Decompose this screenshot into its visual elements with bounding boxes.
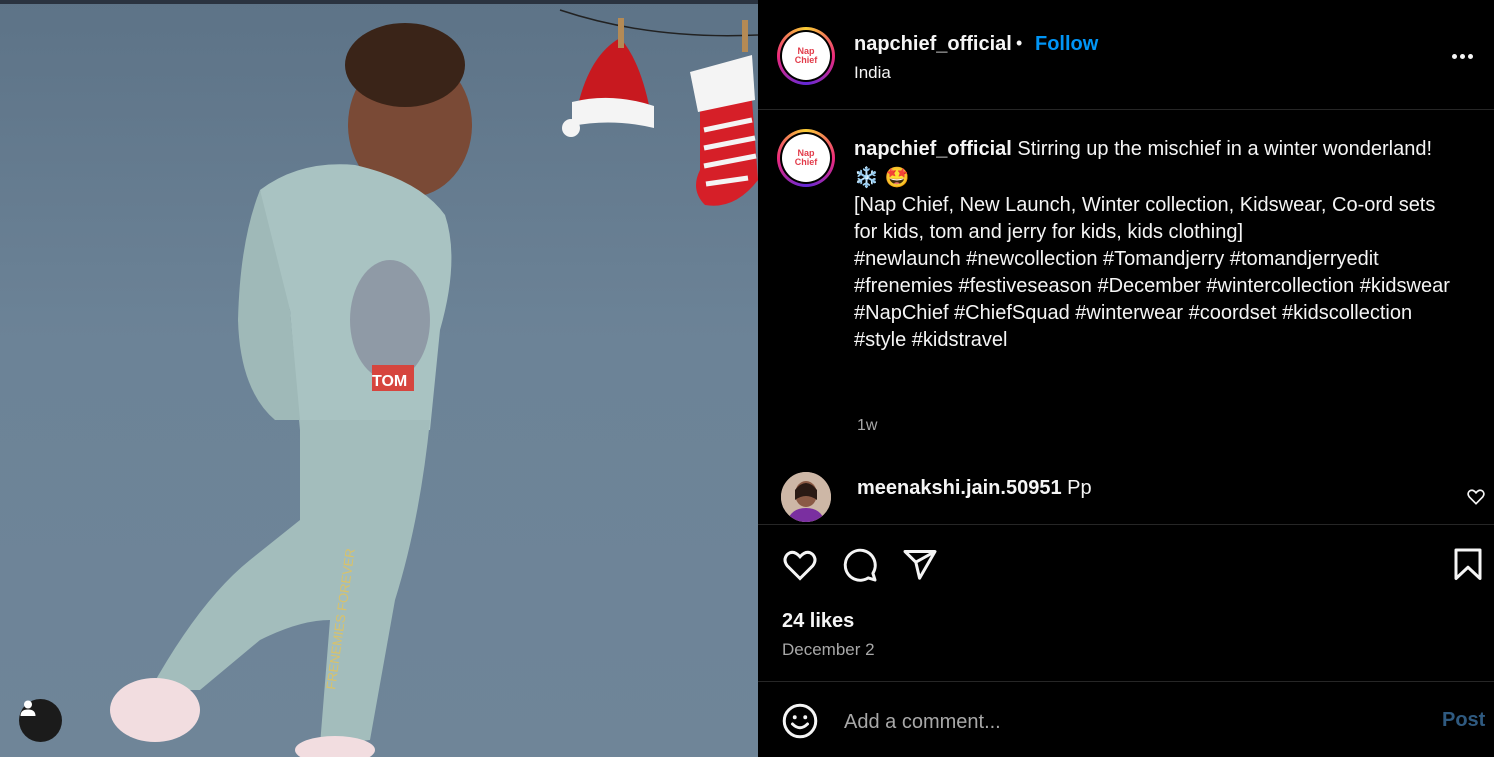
caption-keywords: [Nap Chief, New Launch, Winter collectio… [854,194,1436,243]
save-bookmark-icon[interactable] [1450,547,1486,583]
santa-hat [562,18,654,137]
post-actions: 24 likes December 2 [758,524,1494,682]
share-send-icon[interactable] [902,547,938,583]
follow-button[interactable]: Follow [1035,33,1098,56]
like-heart-icon[interactable] [782,547,818,583]
post-comment-button[interactable]: Post [1442,709,1485,732]
tagged-users-button[interactable] [19,699,62,742]
separator-dot: • [1016,33,1023,53]
caption-author-avatar[interactable]: Nap Chief [777,129,835,187]
caption-username[interactable]: napchief_official [854,138,1012,160]
caption-text: Stirring up the mischief in a winter won… [1017,138,1433,160]
likes-count[interactable]: 24 likes [782,610,854,633]
caption-timestamp[interactable]: 1w [857,417,877,435]
star-struck-emoji: 🤩 [884,167,910,189]
comment-body: Pp [1067,477,1092,499]
snowflake-emoji: ❄️ [854,167,879,189]
commenter-username[interactable]: meenakshi.jain.50951 [857,477,1062,499]
comment: meenakshi.jain.50951 Pp [857,477,1092,500]
stocking [690,20,758,206]
more-options-icon[interactable] [1452,46,1478,66]
comment-bubble-icon[interactable] [842,547,878,583]
brand-logo: Nap Chief [782,134,830,182]
user-icon [20,700,36,716]
brand-logo: Nap Chief [782,32,830,80]
post-side-panel: Nap Chief napchief_official • Follow Ind… [758,0,1494,757]
post-photo[interactable]: TOM FRENEMIES FOREVER [0,0,758,757]
photo-illustration: TOM FRENEMIES FOREVER [110,9,758,757]
post-header: Nap Chief napchief_official • Follow Ind… [758,0,1494,110]
post-location[interactable]: India [854,63,891,83]
caption-hashtags[interactable]: #newlaunch #newcollection #Tomandjerry #… [854,246,1464,354]
emoji-picker-icon[interactable] [782,703,818,739]
add-comment-input[interactable] [842,704,1406,740]
post-date: December 2 [782,640,875,659]
author-username[interactable]: napchief_official [854,33,1012,56]
post-caption: napchief_official Stirring up the mischi… [854,136,1464,354]
author-avatar[interactable]: Nap Chief [777,27,835,85]
comment-like-heart-icon[interactable] [1466,487,1486,507]
shirt-graphic-text: TOM [372,373,407,390]
commenter-avatar[interactable] [781,472,831,522]
